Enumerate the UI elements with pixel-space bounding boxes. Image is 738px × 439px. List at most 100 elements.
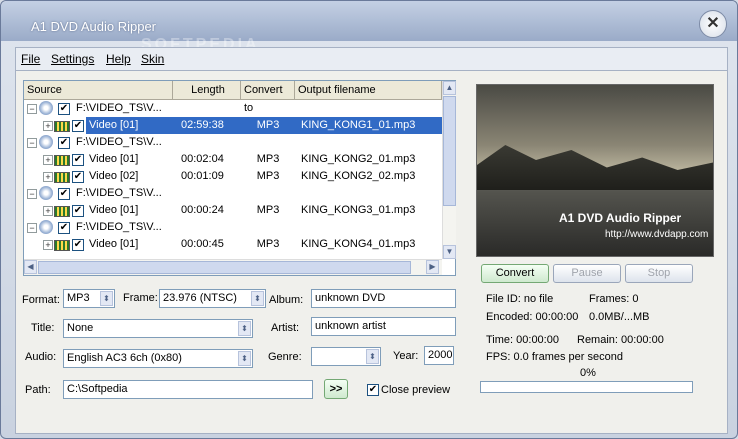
scroll-down-icon[interactable]: ▼ bbox=[443, 245, 456, 259]
vertical-scrollbar[interactable]: ▲ ▼ bbox=[442, 81, 456, 259]
header-length[interactable]: Length bbox=[173, 81, 241, 99]
row-checkbox[interactable]: ✔ bbox=[58, 188, 70, 200]
hscroll-thumb[interactable] bbox=[38, 261, 411, 274]
audio-select[interactable]: English AC3 6ch (0x80) ⬍ bbox=[63, 349, 253, 368]
convert-cell bbox=[241, 100, 295, 117]
header-output-filename[interactable]: Output filename bbox=[295, 81, 442, 99]
title-bar[interactable]: A1 DVD Audio Ripper SOFTPEDIA ✕ bbox=[1, 1, 737, 53]
progress-percent: 0% bbox=[580, 367, 596, 379]
path-input[interactable]: C:\Softpedia bbox=[63, 380, 313, 399]
row-checkbox[interactable]: ✔ bbox=[58, 103, 70, 115]
close-preview-checkbox[interactable]: ✔ bbox=[367, 384, 379, 396]
title-select[interactable]: None ⬍ bbox=[63, 319, 253, 338]
disc-row[interactable]: − ✔ F:\VIDEO_TS\V... bbox=[24, 219, 442, 236]
mountain-scenery bbox=[477, 145, 713, 190]
convert-cell bbox=[241, 219, 295, 236]
disc-row[interactable]: − ✔ F:\VIDEO_TS\V... bbox=[24, 134, 442, 151]
header-source[interactable]: Source bbox=[24, 81, 173, 99]
row-checkbox[interactable]: ✔ bbox=[58, 222, 70, 234]
disc-row[interactable]: − ✔ F:\VIDEO_TS\V... bbox=[24, 185, 442, 202]
video-row[interactable]: + ✔ Video [02] 00:01:09 MP3 KING_KONG2_02.mp3 bbox=[24, 168, 442, 185]
collapse-icon[interactable]: − bbox=[27, 104, 37, 114]
source-cell: Video [01] bbox=[89, 204, 139, 216]
chevron-down-icon[interactable]: ⬍ bbox=[238, 351, 251, 366]
output-cell: KING_KONG3_01.mp3 bbox=[301, 204, 416, 216]
scroll-right-icon[interactable]: ▶ bbox=[426, 260, 439, 274]
menu-help[interactable]: Help bbox=[106, 52, 131, 66]
disc-icon bbox=[39, 220, 53, 234]
album-input[interactable]: unknown DVD bbox=[311, 289, 456, 308]
source-cell: F:\VIDEO_TS\V... bbox=[76, 221, 162, 233]
frame-select[interactable]: 23.976 (NTSC) ⬍ bbox=[159, 289, 266, 308]
video-row[interactable]: + ✔ Video [01] 00:00:45 MP3 KING_KONG4_01.mp3 bbox=[24, 236, 442, 253]
length-cell: 02:59:38 bbox=[173, 117, 241, 134]
scroll-up-icon[interactable]: ▲ bbox=[443, 81, 456, 95]
horizontal-scrollbar[interactable]: ◀ ▶ bbox=[24, 259, 442, 275]
pause-button[interactable]: Pause bbox=[553, 264, 621, 283]
expand-icon[interactable]: + bbox=[43, 240, 53, 250]
expand-icon[interactable]: + bbox=[43, 172, 53, 182]
source-cell: Video [02] bbox=[89, 170, 139, 182]
source-list[interactable]: Source Length Convert to Output filename… bbox=[23, 80, 456, 276]
chevron-down-icon[interactable]: ⬍ bbox=[238, 321, 251, 336]
file-id-text: File ID: no file bbox=[486, 293, 554, 305]
menu-file[interactable]: File bbox=[21, 52, 40, 66]
collapse-icon[interactable]: − bbox=[27, 223, 37, 233]
year-input[interactable]: 2000 bbox=[424, 346, 454, 365]
collapse-icon[interactable]: − bbox=[27, 189, 37, 199]
preview-url: http://www.dvdapp.com bbox=[605, 229, 709, 240]
source-cell: Video [01] bbox=[89, 153, 139, 165]
row-checkbox[interactable]: ✔ bbox=[72, 154, 84, 166]
output-cell: KING_KONG2_01.mp3 bbox=[301, 153, 416, 165]
close-preview-label[interactable]: Close preview bbox=[381, 384, 450, 396]
artist-input[interactable]: unknown artist bbox=[311, 317, 456, 336]
film-icon bbox=[54, 121, 70, 132]
menu-skin[interactable]: Skin bbox=[141, 52, 164, 66]
disc-row[interactable]: − ✔ F:\VIDEO_TS\V... bbox=[24, 100, 442, 117]
chevron-down-icon[interactable]: ⬍ bbox=[366, 349, 379, 364]
convert-button[interactable]: Convert bbox=[481, 264, 549, 283]
row-checkbox[interactable]: ✔ bbox=[58, 137, 70, 149]
expand-icon[interactable]: + bbox=[43, 155, 53, 165]
frame-label: Frame: bbox=[123, 292, 158, 304]
album-label: Album: bbox=[269, 294, 304, 306]
expand-icon[interactable]: + bbox=[43, 206, 53, 216]
frames-text: Frames: 0 bbox=[589, 293, 639, 305]
row-checkbox[interactable]: ✔ bbox=[72, 120, 84, 132]
row-checkbox[interactable]: ✔ bbox=[72, 239, 84, 251]
chevron-down-icon[interactable]: ⬍ bbox=[100, 291, 113, 306]
genre-select[interactable]: ⬍ bbox=[311, 347, 381, 366]
output-cell bbox=[295, 219, 442, 236]
collapse-icon[interactable]: − bbox=[27, 138, 37, 148]
close-button[interactable]: ✕ bbox=[699, 10, 727, 38]
main-panel: Source Length Convert to Output filename… bbox=[15, 70, 728, 434]
source-cell: Video [01] bbox=[89, 238, 139, 250]
stop-button[interactable]: Stop bbox=[625, 264, 693, 283]
output-cell bbox=[295, 134, 442, 151]
length-cell bbox=[173, 134, 241, 151]
title-label: Title: bbox=[31, 322, 55, 334]
film-icon bbox=[54, 206, 70, 217]
video-row[interactable]: + ✔ Video [01] 00:02:04 MP3 KING_KONG2_01.mp3 bbox=[24, 151, 442, 168]
video-row[interactable]: + ✔ Video [01] 02:59:38 MP3 KING_KONG1_01.mp3 bbox=[24, 117, 442, 134]
length-cell: 00:02:04 bbox=[181, 153, 224, 165]
browse-button[interactable]: >> bbox=[324, 379, 348, 399]
scroll-thumb[interactable] bbox=[443, 96, 456, 206]
menu-bar: File Settings Help Skin bbox=[15, 47, 728, 71]
expand-icon[interactable]: + bbox=[43, 121, 53, 131]
audio-label: Audio: bbox=[25, 351, 57, 363]
header-convert-to[interactable]: Convert to bbox=[241, 81, 295, 114]
video-row[interactable]: + ✔ Video [01] 00:00:24 MP3 KING_KONG3_01.mp3 bbox=[24, 202, 442, 219]
remain-text: Remain: 00:00:00 bbox=[577, 334, 664, 346]
preview-title: A1 DVD Audio Ripper bbox=[559, 211, 682, 225]
size-text: 0.0MB/...MB bbox=[589, 311, 650, 323]
length-cell: 00:00:24 bbox=[181, 204, 224, 216]
convert-cell bbox=[241, 185, 295, 202]
chevron-down-icon[interactable]: ⬍ bbox=[251, 291, 264, 306]
convert-cell: MP3 bbox=[256, 153, 280, 165]
row-checkbox[interactable]: ✔ bbox=[72, 205, 84, 217]
scroll-left-icon[interactable]: ◀ bbox=[24, 260, 37, 274]
format-select[interactable]: MP3 ⬍ bbox=[63, 289, 115, 308]
menu-settings[interactable]: Settings bbox=[51, 52, 94, 66]
row-checkbox[interactable]: ✔ bbox=[72, 171, 84, 183]
